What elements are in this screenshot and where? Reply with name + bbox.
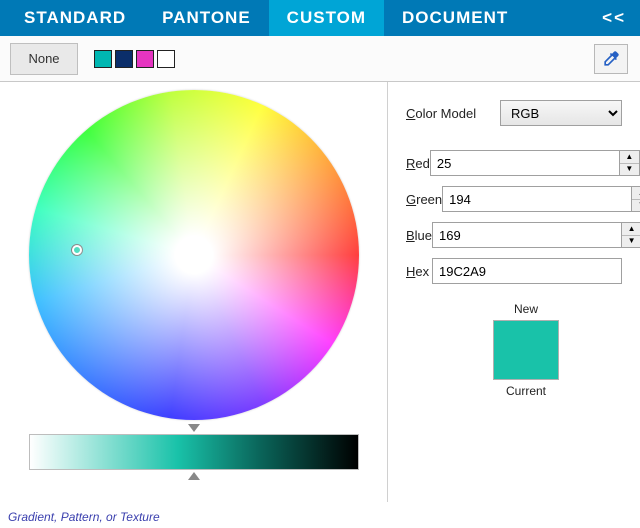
tab-standard[interactable]: STANDARD: [6, 0, 144, 36]
shade-marker-top-icon[interactable]: [188, 424, 200, 432]
green-spin-up[interactable]: ▲: [632, 187, 640, 200]
blue-input[interactable]: [432, 222, 622, 248]
green-input[interactable]: [442, 186, 632, 212]
red-spinner: ▲ ▼: [620, 150, 640, 176]
color-model-select[interactable]: RGB: [500, 100, 622, 126]
eyedropper-icon: [601, 49, 621, 69]
blue-spin-up[interactable]: ▲: [622, 223, 640, 236]
swatch-1[interactable]: [94, 50, 112, 68]
red-input[interactable]: [430, 150, 620, 176]
blue-label: BlueBlue: [406, 228, 432, 243]
current-label: Current: [466, 384, 586, 398]
blue-spin-down[interactable]: ▼: [622, 236, 640, 248]
toolbar: None: [0, 36, 640, 82]
tab-pantone[interactable]: PANTONE: [144, 0, 269, 36]
color-preview: New Current: [466, 302, 586, 398]
green-spin-down[interactable]: ▼: [632, 200, 640, 212]
red-spin-up[interactable]: ▲: [620, 151, 639, 164]
eyedropper-button[interactable]: [594, 44, 628, 74]
color-model-label: CColor Modelolor Model: [406, 106, 500, 121]
main-panel: CColor Modelolor Model RGB RedRed ▲ ▼ Gr…: [0, 82, 640, 502]
tab-custom[interactable]: CUSTOM: [269, 0, 384, 36]
color-wheel[interactable]: [29, 90, 359, 420]
red-label: RedRed: [406, 156, 430, 171]
red-spin-down[interactable]: ▼: [620, 164, 639, 176]
none-button[interactable]: None: [10, 43, 78, 75]
shade-slider[interactable]: [29, 434, 359, 470]
shade-marker-bottom-icon[interactable]: [188, 472, 200, 480]
collapse-button[interactable]: <<: [588, 0, 640, 36]
hex-input[interactable]: [432, 258, 622, 284]
new-label: New: [466, 302, 586, 316]
gradient-pattern-link[interactable]: Gradient, Pattern, or Texture: [8, 510, 160, 524]
tab-document[interactable]: DOCUMENT: [384, 0, 526, 36]
color-values-panel: CColor Modelolor Model RGB RedRed ▲ ▼ Gr…: [388, 82, 640, 502]
recent-swatches: [94, 50, 175, 68]
color-wheel-picker[interactable]: [72, 245, 82, 255]
blue-spinner: ▲ ▼: [622, 222, 640, 248]
preview-swatch: [493, 320, 559, 380]
color-wheel-panel: [0, 82, 388, 502]
swatch-3[interactable]: [136, 50, 154, 68]
tab-bar: STANDARD PANTONE CUSTOM DOCUMENT <<: [0, 0, 640, 36]
hex-label: HexHex: [406, 264, 432, 279]
swatch-4[interactable]: [157, 50, 175, 68]
green-spinner: ▲ ▼: [632, 186, 640, 212]
swatch-2[interactable]: [115, 50, 133, 68]
green-label: GreenGreen: [406, 192, 442, 207]
